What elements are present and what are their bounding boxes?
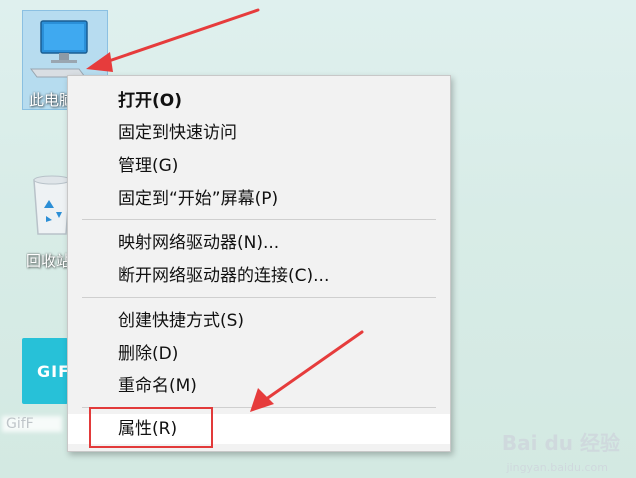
gif-app-label-text: GifF <box>6 416 34 432</box>
menu-item-create-shortcut-label: 创建快捷方式(S) <box>118 311 245 331</box>
menu-item-manage-label: 管理(G) <box>118 156 179 176</box>
menu-item-map-network-drive[interactable]: 映射网络驱动器(N)... <box>68 228 450 258</box>
menu-item-map-network-drive-label: 映射网络驱动器(N)... <box>118 233 280 253</box>
menu-item-manage[interactable]: 管理(G) <box>68 151 450 181</box>
menu-item-pin-quick-access-label: 固定到快速访问 <box>118 123 237 143</box>
context-menu: 打开(O) 固定到快速访问 管理(G) 固定到“开始”屏幕(P) 映射网络驱动器… <box>67 75 451 452</box>
menu-item-delete-label: 删除(D) <box>118 344 179 364</box>
menu-item-rename[interactable]: 重命名(M) <box>68 371 450 401</box>
menu-item-open-label: 打开(O) <box>118 91 182 111</box>
menu-item-pin-start[interactable]: 固定到“开始”屏幕(P) <box>68 184 450 214</box>
menu-separator <box>82 219 436 220</box>
menu-separator <box>82 297 436 298</box>
menu-item-delete[interactable]: 删除(D) <box>68 339 450 369</box>
menu-item-pin-quick-access[interactable]: 固定到快速访问 <box>68 118 450 148</box>
baidu-watermark: Bai du 经验 <box>501 431 620 455</box>
recycle-bin-label: 回收站 <box>26 252 70 270</box>
menu-item-rename-label: 重命名(M) <box>118 376 197 396</box>
gif-app-icon: GIF <box>22 338 71 404</box>
gif-app-icon-text: GIF <box>37 362 71 381</box>
menu-item-disconnect-network-drive-label: 断开网络驱动器的连接(C)... <box>118 266 330 286</box>
menu-item-pin-start-label: 固定到“开始”屏幕(P) <box>118 189 279 209</box>
highlight-box <box>89 407 213 448</box>
menu-item-create-shortcut[interactable]: 创建快捷方式(S) <box>68 306 450 336</box>
menu-item-disconnect-network-drive[interactable]: 断开网络驱动器的连接(C)... <box>68 261 450 291</box>
menu-item-open[interactable]: 打开(O) <box>68 86 450 116</box>
baidu-watermark-url: jingyan.baidu.com <box>506 461 608 474</box>
